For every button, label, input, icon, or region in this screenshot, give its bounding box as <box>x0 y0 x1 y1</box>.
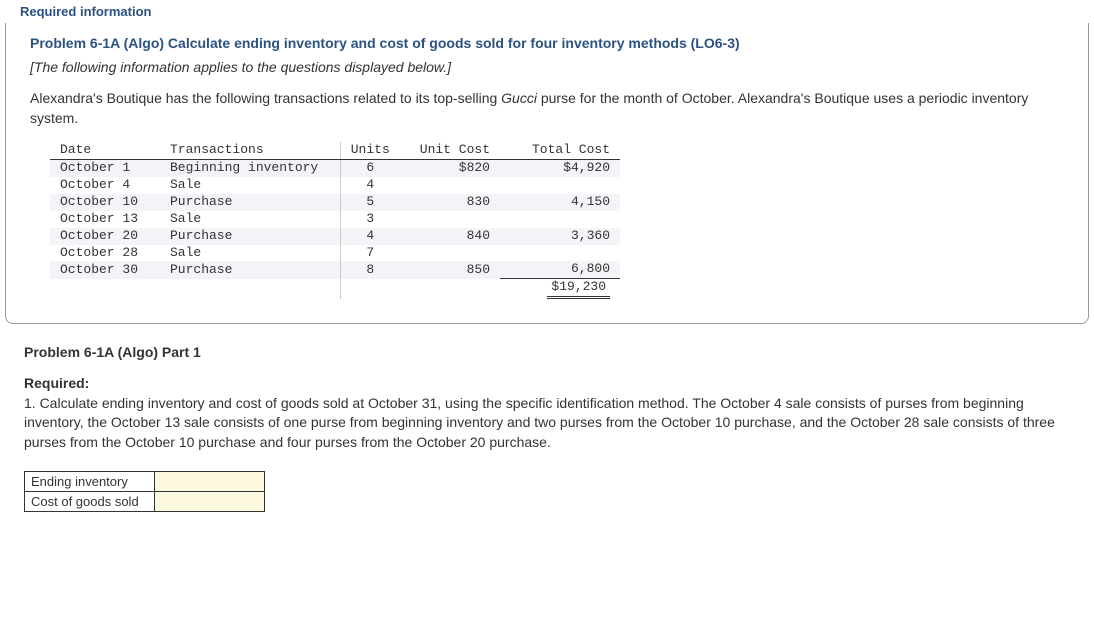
cell-unitcost <box>400 245 500 262</box>
cell-date: October 4 <box>50 177 160 194</box>
cell-trans: Sale <box>160 245 340 262</box>
required-text: 1. Calculate ending inventory and cost o… <box>24 395 1055 450</box>
cell-date: October 28 <box>50 245 160 262</box>
table-row: October 1Beginning inventory6$820$4,920 <box>50 160 620 177</box>
table-row: October 30Purchase88506,800 <box>50 261 620 278</box>
cell-unitcost: 840 <box>400 228 500 245</box>
cogs-input[interactable] <box>155 492 264 511</box>
required-block: Required: 1. Calculate ending inventory … <box>24 374 1070 452</box>
cell-units: 8 <box>340 261 400 278</box>
cell-trans: Purchase <box>160 194 340 211</box>
th-total: Total Cost <box>500 142 620 159</box>
table-row: October 4Sale4 <box>50 177 620 194</box>
table-row: October 20Purchase48403,360 <box>50 228 620 245</box>
narrative-italic: Gucci <box>501 90 537 106</box>
cell-trans: Purchase <box>160 228 340 245</box>
cell-unitcost: 830 <box>400 194 500 211</box>
cell-total <box>500 245 620 262</box>
transactions-table: Date Transactions Units Unit Cost Total … <box>50 142 620 299</box>
cell-date: October 10 <box>50 194 160 211</box>
cell-total: 3,360 <box>500 228 620 245</box>
cogs-label: Cost of goods sold <box>25 491 155 511</box>
cell-total: 6,800 <box>500 261 620 278</box>
grand-total: $19,230 <box>500 279 620 299</box>
cell-unitcost: $820 <box>400 160 500 177</box>
cell-units: 3 <box>340 211 400 228</box>
cell-units: 7 <box>340 245 400 262</box>
cell-units: 6 <box>340 160 400 177</box>
answer-table: Ending inventory Cost of goods sold <box>24 471 265 512</box>
applies-note: [The following information applies to th… <box>30 59 1064 75</box>
cell-total <box>500 211 620 228</box>
th-trans: Transactions <box>160 142 340 159</box>
ending-inventory-label: Ending inventory <box>25 471 155 491</box>
table-row: October 13Sale3 <box>50 211 620 228</box>
problem-title: Problem 6-1A (Algo) Calculate ending inv… <box>30 35 1064 51</box>
cell-unitcost: 850 <box>400 261 500 278</box>
cell-total: 4,150 <box>500 194 620 211</box>
cell-date: October 1 <box>50 160 160 177</box>
cell-unitcost <box>400 211 500 228</box>
cell-trans: Sale <box>160 177 340 194</box>
th-unit-cost: Unit Cost <box>400 142 500 159</box>
part1-heading: Problem 6-1A (Algo) Part 1 <box>24 344 1094 360</box>
cell-date: October 20 <box>50 228 160 245</box>
cell-trans: Sale <box>160 211 340 228</box>
cell-unitcost <box>400 177 500 194</box>
table-total-row: $19,230 <box>50 279 620 299</box>
cell-trans: Purchase <box>160 261 340 278</box>
table-row: October 28Sale7 <box>50 245 620 262</box>
cell-date: October 30 <box>50 261 160 278</box>
th-units: Units <box>340 142 400 159</box>
cell-total <box>500 177 620 194</box>
required-info-tab: Required information <box>0 0 1094 23</box>
problem-block: Problem 6-1A (Algo) Calculate ending inv… <box>5 23 1089 324</box>
cell-units: 4 <box>340 228 400 245</box>
cell-units: 4 <box>340 177 400 194</box>
narrative: Alexandra's Boutique has the following t… <box>30 89 1064 128</box>
ending-inventory-input[interactable] <box>155 472 264 491</box>
table-row: October 10Purchase58304,150 <box>50 194 620 211</box>
th-date: Date <box>50 142 160 159</box>
cell-total: $4,920 <box>500 160 620 177</box>
narrative-pre: Alexandra's Boutique has the following t… <box>30 90 501 106</box>
required-label: Required: <box>24 375 89 391</box>
cell-date: October 13 <box>50 211 160 228</box>
cell-trans: Beginning inventory <box>160 160 340 177</box>
cell-units: 5 <box>340 194 400 211</box>
